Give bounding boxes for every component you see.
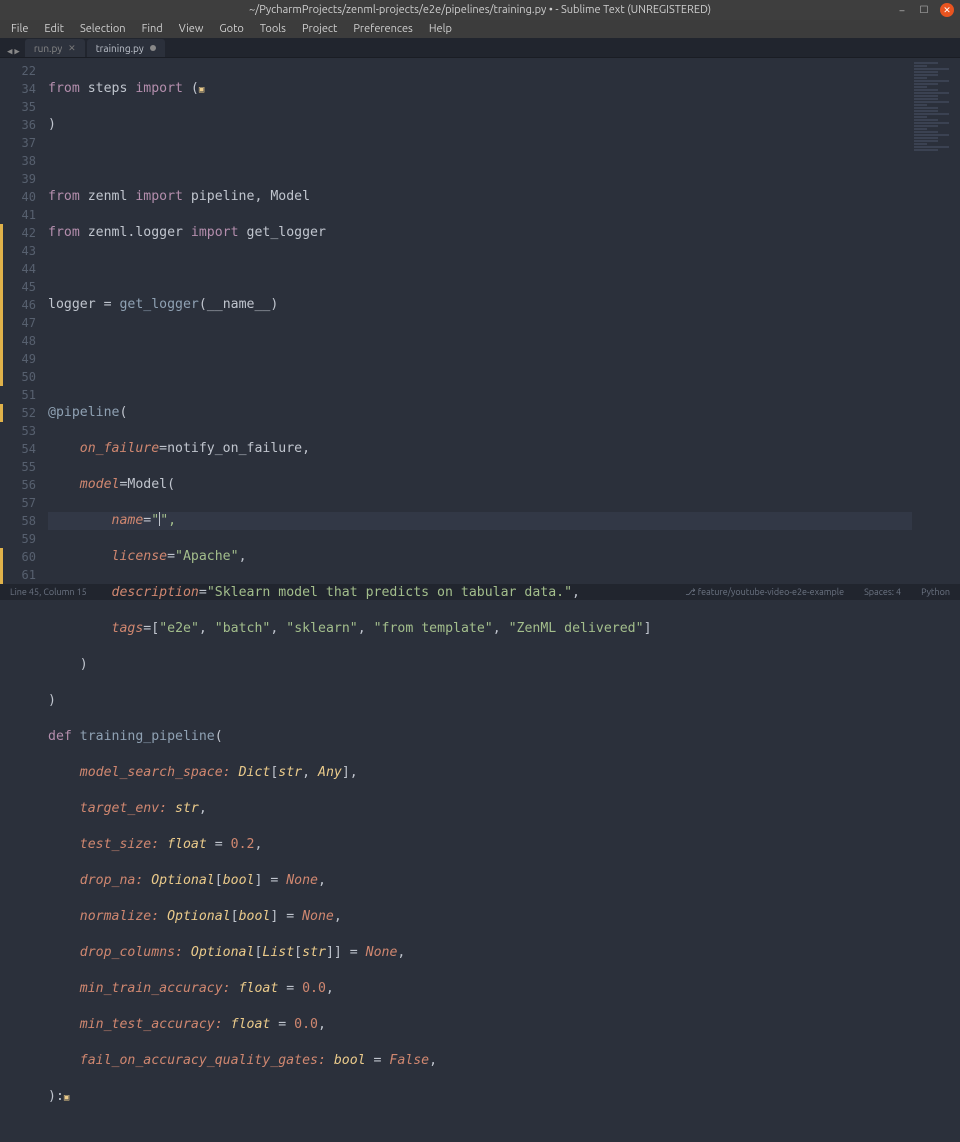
line-number[interactable]: 51: [0, 386, 44, 404]
line-number[interactable]: 54: [0, 440, 44, 458]
line-number[interactable]: 44: [0, 260, 44, 278]
line-number[interactable]: 49: [0, 350, 44, 368]
line-number[interactable]: 37: [0, 134, 44, 152]
window-title: ~/PycharmProjects/zenml-projects/e2e/pip…: [249, 4, 711, 16]
maximize-button[interactable]: ☐: [918, 4, 930, 16]
tab-close-icon[interactable]: ✕: [68, 43, 76, 54]
code-area[interactable]: from steps import (▣ ) from zenml import…: [44, 58, 960, 584]
line-number[interactable]: 61: [0, 566, 44, 584]
code-line: min_test_accuracy: float = 0.0,: [48, 1016, 960, 1034]
line-number[interactable]: 52: [0, 404, 44, 422]
line-number[interactable]: 48: [0, 332, 44, 350]
line-number[interactable]: 47: [0, 314, 44, 332]
line-number[interactable]: 59: [0, 530, 44, 548]
line-number[interactable]: 55: [0, 458, 44, 476]
line-number[interactable]: 36: [0, 116, 44, 134]
tab-strip: ◀ ▶ run.py ✕ training.py: [0, 38, 960, 58]
line-number[interactable]: 56: [0, 476, 44, 494]
editor: 22 34 35 36 37 38 39 40 41 42 43 44 45 4…: [0, 58, 960, 584]
minimap[interactable]: [912, 58, 960, 584]
code-line: from zenml.logger import get_logger: [48, 224, 960, 242]
close-button[interactable]: ✕: [940, 3, 954, 17]
menu-view[interactable]: View: [172, 21, 211, 37]
code-line: [48, 368, 960, 386]
line-number[interactable]: 57: [0, 494, 44, 512]
menu-goto[interactable]: Goto: [212, 21, 250, 37]
code-line: model_search_space: Dict[str, Any],: [48, 764, 960, 782]
minimize-button[interactable]: –: [896, 4, 908, 16]
line-number[interactable]: 42: [0, 224, 44, 242]
code-line-current: name="",: [48, 512, 960, 530]
menu-file[interactable]: File: [4, 21, 35, 37]
line-number[interactable]: 34: [0, 80, 44, 98]
tab-run-py[interactable]: run.py ✕: [25, 39, 85, 57]
line-number[interactable]: 38: [0, 152, 44, 170]
code-line: [48, 152, 960, 170]
code-line: fail_on_accuracy_quality_gates: bool = F…: [48, 1052, 960, 1070]
code-line: @pipeline(: [48, 404, 960, 422]
code-line: ): [48, 692, 960, 710]
code-line: min_train_accuracy: float = 0.0,: [48, 980, 960, 998]
code-line: [48, 260, 960, 278]
code-line: on_failure=notify_on_failure,: [48, 440, 960, 458]
tab-label: run.py: [34, 43, 62, 54]
tab-training-py[interactable]: training.py: [87, 39, 165, 57]
code-line: license="Apache",: [48, 548, 960, 566]
code-line: normalize: Optional[bool] = None,: [48, 908, 960, 926]
line-number[interactable]: 43: [0, 242, 44, 260]
line-number[interactable]: 45: [0, 278, 44, 296]
line-number[interactable]: 39: [0, 170, 44, 188]
line-number[interactable]: 35: [0, 98, 44, 116]
line-number[interactable]: 58: [0, 512, 44, 530]
window-controls: – ☐ ✕: [896, 3, 954, 17]
menu-edit[interactable]: Edit: [37, 21, 71, 37]
code-line: model=Model(: [48, 476, 960, 494]
menu-help[interactable]: Help: [422, 21, 459, 37]
window-titlebar: ~/PycharmProjects/zenml-projects/e2e/pip…: [0, 0, 960, 20]
line-number[interactable]: 50: [0, 368, 44, 386]
tab-back-icon[interactable]: ◀: [7, 47, 12, 57]
code-line: def training_pipeline(: [48, 728, 960, 746]
tab-label: training.py: [96, 43, 144, 54]
code-line: description="Sklearn model that predicts…: [48, 584, 960, 602]
line-number[interactable]: 40: [0, 188, 44, 206]
menu-find[interactable]: Find: [135, 21, 170, 37]
code-line: ): [48, 656, 960, 674]
line-number[interactable]: 53: [0, 422, 44, 440]
line-number[interactable]: 41: [0, 206, 44, 224]
code-line: from zenml import pipeline, Model: [48, 188, 960, 206]
code-line: from steps import (▣: [48, 80, 960, 98]
code-line: drop_na: Optional[bool] = None,: [48, 872, 960, 890]
menu-tools[interactable]: Tools: [253, 21, 293, 37]
tab-nav: ◀ ▶: [2, 47, 25, 57]
code-line: target_env: str,: [48, 800, 960, 818]
code-line: ): [48, 116, 960, 134]
fold-icon[interactable]: ▣: [64, 1093, 69, 1103]
code-line: drop_columns: Optional[List[str]] = None…: [48, 944, 960, 962]
code-line: test_size: float = 0.2,: [48, 836, 960, 854]
menu-project[interactable]: Project: [295, 21, 344, 37]
tab-forward-icon[interactable]: ▶: [14, 47, 19, 57]
gutter[interactable]: 22 34 35 36 37 38 39 40 41 42 43 44 45 4…: [0, 58, 44, 584]
code-line: ):▣: [48, 1088, 960, 1106]
line-number[interactable]: 22: [0, 62, 44, 80]
code-line: logger = get_logger(__name__): [48, 296, 960, 314]
line-number[interactable]: 46: [0, 296, 44, 314]
menu-bar: File Edit Selection Find View Goto Tools…: [0, 20, 960, 38]
code-line: [48, 332, 960, 350]
fold-icon[interactable]: ▣: [199, 85, 204, 95]
menu-selection[interactable]: Selection: [73, 21, 133, 37]
code-line: tags=["e2e", "batch", "sklearn", "from t…: [48, 620, 960, 638]
menu-preferences[interactable]: Preferences: [346, 21, 420, 37]
line-number[interactable]: 60: [0, 548, 44, 566]
tab-dirty-icon: [150, 45, 156, 51]
